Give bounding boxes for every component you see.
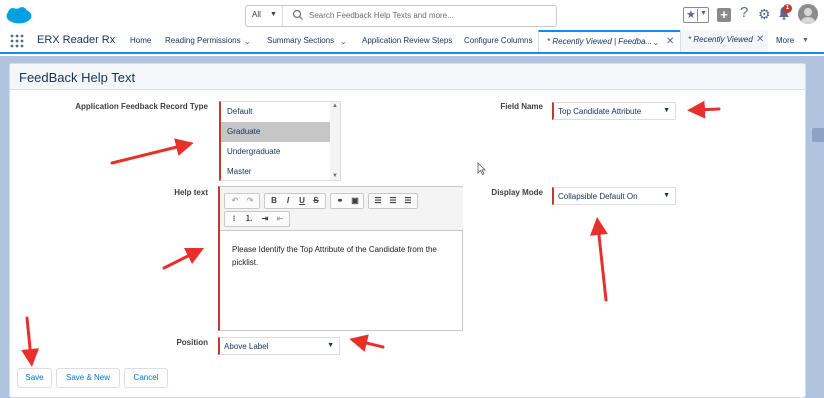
- bold-button[interactable]: B: [267, 194, 281, 208]
- list-item[interactable]: Default: [221, 102, 331, 122]
- editor-toolbar: ↶ ↷ B I U S ⚭ ▣ ☰ ☰ ☰ ⁝ ⒈ ⇥ ⇤: [220, 187, 463, 231]
- app-name: ERX Reader Rx: [37, 34, 116, 46]
- scroll-down-icon[interactable]: ▼: [332, 173, 338, 179]
- numbered-list-icon[interactable]: ⒈: [242, 212, 256, 226]
- strikethrough-button[interactable]: S: [309, 194, 323, 208]
- list-group: ⁝ ⒈ ⇥ ⇤: [224, 211, 290, 227]
- chevron-down-icon: ▼: [327, 342, 334, 349]
- gear-icon[interactable]: ⚙: [758, 6, 771, 23]
- app-navigation-bar: ERX Reader Rx Home Reading Permissions ⌄…: [0, 30, 824, 54]
- nav-more[interactable]: More: [776, 36, 794, 45]
- card-header: FeedBack Help Text: [10, 64, 805, 90]
- user-avatar-icon: [798, 4, 818, 24]
- close-icon[interactable]: ✕: [666, 36, 674, 47]
- avatar[interactable]: [798, 4, 818, 24]
- underline-button[interactable]: U: [295, 194, 309, 208]
- scroll-up-icon[interactable]: ▲: [332, 103, 338, 109]
- format-group: B I U S: [264, 193, 326, 209]
- help-icon[interactable]: ?: [740, 4, 748, 21]
- bulleted-list-icon[interactable]: ⁝: [227, 212, 241, 226]
- field-name-value: Top Candidate Attribute: [558, 107, 642, 116]
- search-divider: [282, 6, 283, 26]
- chevron-down-icon[interactable]: ▼: [270, 11, 277, 18]
- scrollbar[interactable]: ▲ ▼: [330, 102, 340, 180]
- chevron-down-icon[interactable]: ▼: [802, 37, 809, 44]
- nav-item-application-review-steps[interactable]: Application Review Steps: [362, 36, 452, 45]
- position-value: Above Label: [224, 342, 269, 351]
- chevron-down-icon[interactable]: ⌄: [244, 37, 251, 46]
- save-button[interactable]: Save: [17, 368, 52, 388]
- global-header: All ▼ Search Feedback Help Texts and mor…: [0, 0, 824, 30]
- tab-recently-viewed[interactable]: * Recently Viewed ✕: [680, 30, 768, 52]
- cancel-button[interactable]: Cancel: [124, 368, 168, 388]
- align-right-icon[interactable]: ☰: [401, 194, 415, 208]
- notification-badge: 1: [783, 4, 792, 13]
- tab-recently-viewed-feedback[interactable]: * Recently Viewed | Feedba... ⌄ ✕: [538, 30, 680, 52]
- align-left-icon[interactable]: ☰: [371, 194, 385, 208]
- undo-redo-group: ↶ ↷: [224, 193, 260, 209]
- image-icon[interactable]: ▣: [348, 194, 362, 208]
- page-title: FeedBack Help Text: [19, 70, 136, 85]
- help-text-editor[interactable]: ↶ ↷ B I U S ⚭ ▣ ☰ ☰ ☰ ⁝ ⒈ ⇥ ⇤ Please Ide…: [218, 186, 463, 331]
- global-search[interactable]: All ▼ Search Feedback Help Texts and mor…: [245, 5, 557, 27]
- link-icon[interactable]: ⚭: [333, 194, 347, 208]
- position-label: Position: [176, 338, 208, 347]
- help-text-content[interactable]: Please Identify the Top Attribute of the…: [232, 243, 452, 269]
- chevron-down-icon: ▼: [663, 107, 670, 114]
- nav-item-home[interactable]: Home: [130, 36, 151, 45]
- star-icon: ★: [686, 9, 696, 21]
- nav-item-summary-sections[interactable]: Summary Sections: [267, 36, 334, 45]
- list-item-selected[interactable]: Graduate: [221, 122, 331, 142]
- list-item[interactable]: Master: [221, 162, 331, 180]
- list-item[interactable]: Undergraduate: [221, 142, 331, 162]
- align-center-icon[interactable]: ☰: [386, 194, 400, 208]
- save-and-new-button[interactable]: Save & New: [56, 368, 120, 388]
- search-placeholder[interactable]: Search Feedback Help Texts and more...: [309, 11, 454, 20]
- global-actions-plus-icon[interactable]: +: [717, 8, 731, 22]
- insert-group: ⚭ ▣: [330, 193, 364, 209]
- display-mode-value: Collapsible Default On: [558, 192, 638, 201]
- search-scope[interactable]: All: [252, 10, 261, 19]
- search-icon: [292, 9, 303, 20]
- favorites-divider: [697, 9, 698, 21]
- nav-item-configure-columns[interactable]: Configure Columns: [464, 36, 532, 45]
- record-type-listbox[interactable]: Default Graduate Undergraduate Master ▲ …: [219, 101, 341, 181]
- redo-icon[interactable]: ↷: [243, 194, 257, 208]
- chevron-down-icon[interactable]: ⌄: [340, 37, 347, 46]
- chevron-down-icon: ▼: [663, 192, 670, 199]
- close-icon[interactable]: ✕: [756, 34, 764, 45]
- chevron-down-icon[interactable]: ▼: [700, 10, 707, 17]
- salesforce-logo-icon[interactable]: [6, 7, 32, 24]
- outdent-icon[interactable]: ⇤: [273, 212, 287, 226]
- field-name-picklist[interactable]: Top Candidate Attribute ▼: [552, 102, 676, 120]
- align-group: ☰ ☰ ☰: [368, 193, 418, 209]
- tab-label: * Recently Viewed: [688, 35, 753, 44]
- field-name-label: Field Name: [500, 102, 543, 111]
- mouse-cursor-icon: [477, 162, 486, 175]
- position-picklist[interactable]: Above Label ▼: [218, 337, 340, 355]
- app-launcher-icon[interactable]: [10, 34, 24, 48]
- italic-button[interactable]: I: [281, 194, 295, 208]
- display-mode-label: Display Mode: [491, 188, 543, 197]
- nav-item-reading-permissions[interactable]: Reading Permissions: [165, 36, 241, 45]
- tab-label: * Recently Viewed | Feedba...: [547, 37, 653, 46]
- chevron-down-icon[interactable]: ⌄: [652, 37, 660, 48]
- display-mode-picklist[interactable]: Collapsible Default On ▼: [552, 187, 676, 205]
- favorites-button[interactable]: ★ ▼: [683, 7, 709, 23]
- undo-icon[interactable]: ↶: [228, 194, 242, 208]
- indent-icon[interactable]: ⇥: [258, 212, 272, 226]
- side-panel-toggle[interactable]: [812, 128, 824, 142]
- help-text-label: Help text: [174, 188, 208, 197]
- record-type-label: Application Feedback Record Type: [75, 102, 208, 111]
